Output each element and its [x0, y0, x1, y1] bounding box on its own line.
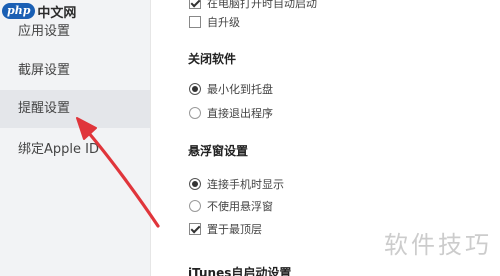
auto-upgrade-checkbox-row[interactable]: 自升级	[189, 14, 240, 30]
auto-upgrade-label: 自升级	[207, 16, 240, 29]
no-floating-window-option[interactable]: 不使用悬浮窗	[189, 198, 273, 214]
autostart-checkbox-row[interactable]: 在电脑打开时自动启动	[189, 0, 317, 11]
sidebar-item-reminder-settings[interactable]: 提醒设置	[0, 90, 150, 128]
watermark: 软件技巧	[384, 231, 492, 259]
show-when-connected-label: 连接手机时显示	[207, 178, 284, 191]
no-floating-window-radio[interactable]	[189, 200, 201, 212]
always-on-top-checkbox[interactable]	[189, 223, 201, 235]
exit-program-radio[interactable]	[189, 107, 201, 119]
minimize-to-tray-label: 最小化到托盘	[207, 83, 273, 96]
minimize-to-tray-option[interactable]: 最小化到托盘	[189, 81, 273, 97]
close-software-title: 关闭软件	[188, 52, 237, 66]
sidebar-item-bind-apple-id[interactable]: 绑定Apple ID	[0, 131, 150, 169]
show-when-connected-radio[interactable]	[189, 178, 201, 190]
sidebar-item-app-settings[interactable]: 应用设置	[0, 13, 150, 51]
always-on-top-label: 置于最顶层	[207, 223, 262, 236]
settings-sidebar: php 中文网 应用设置 截屏设置 提醒设置 绑定Apple ID	[0, 0, 150, 276]
sidebar-item-screenshot-settings[interactable]: 截屏设置	[0, 52, 150, 90]
itunes-autostart-title: iTunes自启动设置	[188, 266, 292, 276]
autostart-checkbox[interactable]	[189, 0, 201, 9]
no-floating-window-label: 不使用悬浮窗	[207, 200, 273, 213]
exit-program-option[interactable]: 直接退出程序	[189, 105, 273, 121]
show-when-connected-option[interactable]: 连接手机时显示	[189, 176, 284, 192]
auto-upgrade-checkbox[interactable]	[189, 16, 201, 28]
floating-window-title: 悬浮窗设置	[188, 144, 249, 158]
exit-program-label: 直接退出程序	[207, 107, 273, 120]
always-on-top-checkbox-row[interactable]: 置于最顶层	[189, 221, 262, 237]
autostart-label: 在电脑打开时自动启动	[207, 0, 317, 10]
minimize-to-tray-radio[interactable]	[189, 83, 201, 95]
